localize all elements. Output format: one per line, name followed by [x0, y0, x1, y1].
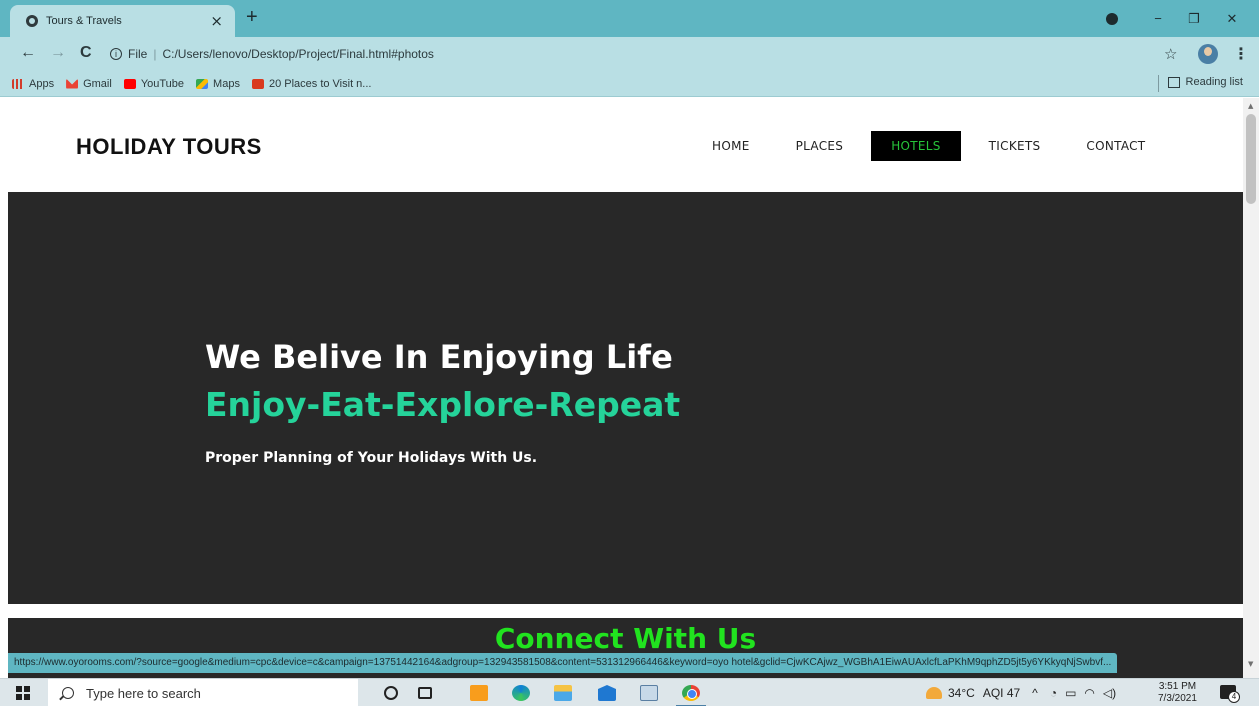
- bookmark-star-icon[interactable]: ☆: [1164, 45, 1177, 63]
- hero-headline: We Belive In Enjoying Life: [205, 338, 673, 376]
- wifi-icon[interactable]: ◠: [1084, 686, 1094, 700]
- address-bar[interactable]: i File | C:/Users/lenovo/Desktop/Project…: [110, 41, 1190, 67]
- bookmark-youtube[interactable]: YouTube: [123, 77, 185, 90]
- nav-tickets[interactable]: TICKETS: [971, 131, 1059, 161]
- taskbar-clock[interactable]: 3:51 PM 7/3/2021: [1158, 681, 1197, 705]
- browser-menu-icon[interactable]: ⋮: [1233, 44, 1249, 63]
- profile-dot-icon: [1106, 12, 1118, 25]
- tab-favicon-icon: [26, 15, 38, 27]
- notepad-icon[interactable]: [640, 685, 658, 701]
- nav-hotels[interactable]: HOTELS: [871, 131, 961, 161]
- system-tray: 34°C AQI 47 ^ ◔ ▭ ◠ ◁): [926, 679, 1116, 706]
- reading-list-button[interactable]: Reading list: [1167, 76, 1243, 88]
- nav-contact[interactable]: CONTACT: [1068, 131, 1163, 161]
- gmail-icon: [66, 78, 79, 89]
- new-tab-button[interactable]: +: [246, 6, 258, 29]
- back-arrow-icon[interactable]: ←: [20, 44, 36, 62]
- scrollbar-thumb[interactable]: [1246, 114, 1256, 204]
- bookmark-apps[interactable]: Apps: [12, 78, 54, 90]
- taskbar-search-box[interactable]: Type here to search: [48, 679, 358, 706]
- site-brand[interactable]: HOLIDAY TOURS: [76, 134, 262, 160]
- task-view-icon[interactable]: [418, 687, 432, 699]
- edge-browser-icon[interactable]: [512, 685, 530, 701]
- page-viewport: HOLIDAY TOURS HOME PLACES HOTELS TICKETS…: [0, 98, 1243, 678]
- scroll-up-arrow-icon[interactable]: ▲: [1248, 102, 1253, 110]
- tray-chevron-up-icon[interactable]: ^: [1032, 686, 1038, 700]
- address-scheme: File: [128, 47, 148, 61]
- tab-close-icon[interactable]: ×: [210, 12, 223, 30]
- browser-toolbar: ← → C i File | C:/Users/lenovo/Desktop/P…: [0, 37, 1259, 71]
- windows-taskbar: Type here to search 34°C AQI 47 ^ ◔ ▭ ◠ …: [0, 678, 1259, 706]
- bookmark-gmail[interactable]: Gmail: [66, 78, 112, 90]
- profile-menu-button[interactable]: [1089, 0, 1135, 37]
- nav-places[interactable]: PLACES: [778, 131, 862, 161]
- bookmark-maps[interactable]: Maps: [196, 78, 240, 90]
- bookmark-label: Gmail: [83, 77, 112, 90]
- notification-center-icon[interactable]: 4: [1220, 685, 1240, 703]
- clock-date: 7/3/2021: [1158, 693, 1197, 704]
- bookmark-places[interactable]: 20 Places to Visit n...: [251, 77, 372, 90]
- hero-section: We Belive In Enjoying Life Enjoy-Eat-Exp…: [8, 192, 1243, 604]
- bookmark-label: Maps: [213, 77, 240, 90]
- chrome-icon[interactable]: [682, 685, 700, 701]
- mail-icon[interactable]: [598, 685, 616, 701]
- apps-grid-icon: [12, 78, 24, 89]
- search-placeholder: Type here to search: [86, 685, 201, 701]
- main-nav: HOME PLACES HOTELS TICKETS CONTACT: [694, 131, 1173, 161]
- sublime-text-icon[interactable]: [470, 685, 488, 701]
- weather-icon[interactable]: [926, 687, 942, 699]
- bookmark-label: 20 Places to Visit n...: [268, 77, 372, 90]
- weather-temp[interactable]: 34°C: [948, 686, 975, 700]
- address-separator: |: [153, 47, 157, 61]
- maps-icon: [196, 78, 209, 89]
- profile-avatar[interactable]: [1198, 44, 1218, 64]
- bookmark-label: YouTube: [140, 77, 185, 90]
- nav-home[interactable]: HOME: [694, 131, 768, 161]
- notification-count: 4: [1228, 691, 1240, 703]
- tab-title: Tours & Travels: [46, 15, 122, 27]
- weather-aqi[interactable]: AQI 47: [983, 686, 1020, 700]
- youtube-icon: [123, 78, 136, 89]
- reload-icon[interactable]: C: [80, 44, 92, 62]
- page-scrollbar[interactable]: ▲ ▼: [1243, 98, 1259, 678]
- reading-list-icon: [1167, 76, 1180, 88]
- bookmark-site-icon: [251, 78, 264, 89]
- windows-start-icon[interactable]: [16, 686, 30, 700]
- search-icon: [62, 687, 74, 699]
- link-status-bar: https://www.oyorooms.com/?source=google&…: [8, 653, 1118, 673]
- battery-icon[interactable]: ▭: [1065, 686, 1076, 700]
- cortana-icon[interactable]: [384, 686, 398, 700]
- browser-tab-bar: Tours & Travels × + − ❐ ✕: [0, 0, 1259, 37]
- file-explorer-icon[interactable]: [554, 685, 572, 701]
- bookmarks-bar: Apps Gmail YouTube Maps 20 Places to Vis…: [0, 71, 1259, 97]
- network-icon[interactable]: ◔: [1050, 686, 1057, 700]
- hero-tagline: Enjoy-Eat-Explore-Repeat: [205, 385, 681, 424]
- address-url: C:/Users/lenovo/Desktop/Project/Final.ht…: [162, 47, 434, 61]
- browser-tab[interactable]: Tours & Travels ×: [10, 5, 235, 37]
- close-window-button[interactable]: ✕: [1209, 0, 1255, 37]
- connect-heading: Connect With Us: [494, 622, 757, 655]
- bookmarks-divider: [1158, 75, 1159, 92]
- clock-time: 3:51 PM: [1158, 681, 1197, 692]
- volume-icon[interactable]: ◁): [1103, 686, 1116, 700]
- site-header: HOLIDAY TOURS HOME PLACES HOTELS TICKETS…: [0, 98, 1243, 190]
- site-info-icon[interactable]: i: [110, 48, 122, 60]
- hero-subtext: Proper Planning of Your Holidays With Us…: [205, 450, 538, 466]
- forward-arrow-icon[interactable]: →: [50, 44, 66, 62]
- reading-list-label: Reading list: [1185, 76, 1243, 88]
- bookmark-label: Apps: [29, 77, 55, 90]
- scroll-down-arrow-icon[interactable]: ▼: [1248, 660, 1253, 668]
